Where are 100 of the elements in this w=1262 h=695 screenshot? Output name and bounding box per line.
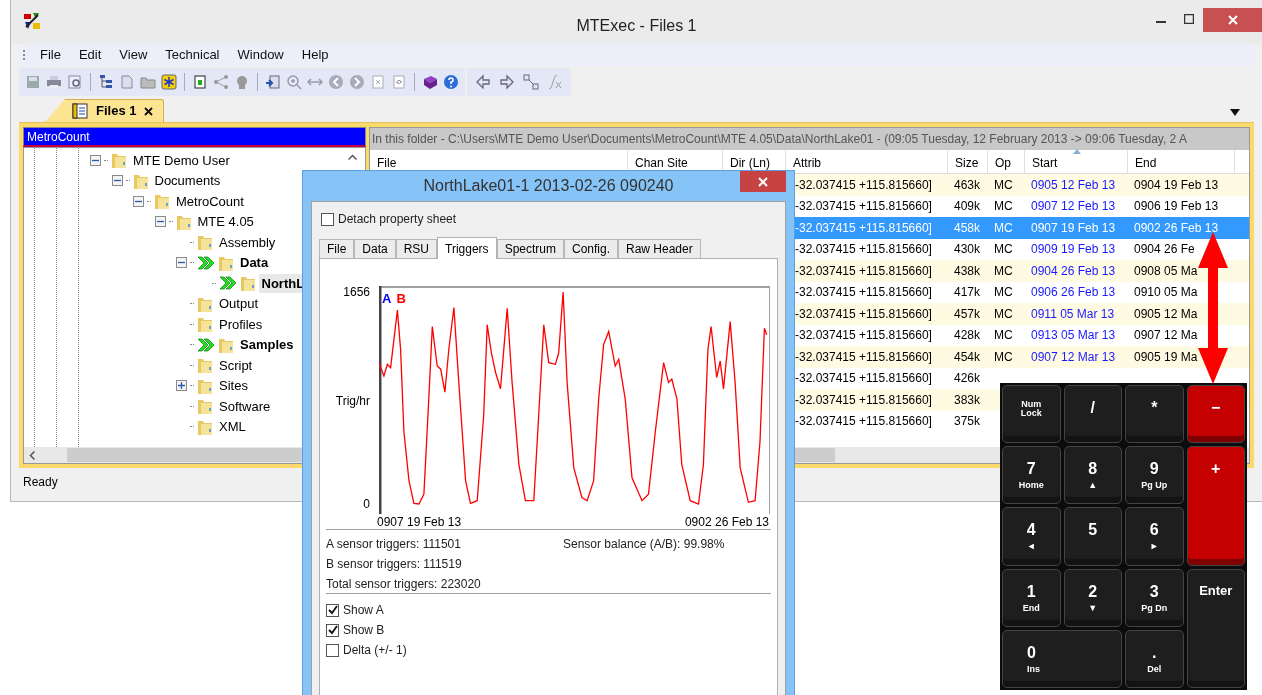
table-cell-text: 383k (953, 391, 982, 409)
menu-item[interactable]: Window (228, 45, 293, 65)
keyboard-key: 8 ▲ (1063, 446, 1122, 505)
collapse-icon[interactable] (133, 195, 144, 207)
table-cell-text: 0909 19 Feb 13 (1030, 241, 1117, 259)
document-icon (72, 103, 88, 119)
table-cell-text: 457k (953, 305, 982, 323)
check-icon[interactable] (327, 625, 338, 635)
tree-icon[interactable] (98, 74, 114, 90)
expand-icon[interactable] (176, 380, 187, 392)
maximize-icon[interactable] (1184, 14, 1194, 24)
asterisk-icon[interactable] (161, 74, 177, 90)
table-cell-text: 0906 26 Feb 13 (1030, 284, 1117, 302)
tree-item[interactable]: Profiles (216, 314, 266, 334)
double-chevron-icon (197, 255, 215, 270)
table-cell-text: MC (993, 219, 1014, 237)
table-cell-text: 0905 19 Ma (1133, 348, 1199, 366)
keyboard-key: 9 Pg Up (1125, 446, 1184, 505)
document-tab[interactable]: Files 1 (45, 99, 165, 122)
table-cell-text: 0911 05 Mar 13 (1030, 305, 1116, 323)
tree-header: MetroCount (23, 127, 366, 147)
printer-icon[interactable] (46, 74, 62, 90)
scroll-up-icon[interactable] (348, 154, 357, 160)
table-cell-text: MC (993, 262, 1014, 280)
table-cell-text: 409k (953, 198, 982, 216)
option-checkbox[interactable]: Show B (326, 621, 777, 639)
tree-item[interactable]: Software (216, 396, 274, 416)
keyboard-key: Enter (1186, 568, 1245, 688)
collapse-icon[interactable] (90, 154, 101, 166)
close-icon[interactable] (144, 106, 154, 116)
page-arrow-icon[interactable] (265, 74, 281, 90)
help-icon[interactable] (443, 74, 459, 90)
page-magnifier-icon[interactable] (67, 74, 83, 90)
tree-item[interactable]: Output (216, 294, 262, 314)
y-axis-label: 0 (363, 497, 370, 511)
y-axis-title: Trig/hr (335, 394, 370, 408)
table-cell-text: MC (993, 176, 1014, 194)
column-header[interactable]: Op (988, 150, 1025, 173)
tree-item[interactable]: Samples (237, 335, 297, 355)
menu-item[interactable]: Help (292, 45, 338, 65)
dialog-tab[interactable]: Config. (564, 239, 618, 258)
menu-item[interactable]: File (31, 45, 70, 65)
table-cell-text: 454k (953, 348, 982, 366)
right-arrow-icon[interactable] (499, 74, 515, 90)
dialog-tab[interactable]: Spectrum (496, 239, 564, 258)
collapse-icon[interactable] (111, 175, 123, 187)
tree-item[interactable]: Sites (216, 376, 251, 396)
folder-icon (154, 192, 170, 211)
folder-path-bar: In this folder - C:\Users\MTE Demo User\Documents\MetroCount\MTE 4.05\Data\NorthLake01 - (09:05 Tuesday, 12 February 2013 -> 09:06 Tuesday, 2 A (370, 128, 1249, 150)
close-button[interactable] (1203, 8, 1262, 32)
table-cell-text: -32.037415 +115.815660] (794, 348, 933, 366)
tree-item[interactable]: Documents (151, 171, 224, 191)
dialog-tab[interactable]: Triggers (437, 237, 497, 259)
table-cell-text: -32.037415 +115.815660] (794, 305, 933, 323)
tab-label[interactable]: Files 1 (96, 101, 137, 121)
tree-item[interactable]: Script (216, 355, 256, 375)
document-icon[interactable] (192, 74, 208, 90)
option-checkbox[interactable]: Delta (+/- 1) (326, 641, 777, 659)
tree-item[interactable]: Assembly (216, 232, 279, 252)
table-cell-text: 375k (953, 413, 982, 431)
column-header[interactable]: Size (948, 150, 988, 173)
refresh-page-icon[interactable] (391, 74, 407, 90)
keyboard-key: * (1125, 385, 1184, 444)
legend-label: A (382, 292, 392, 306)
collapse-icon[interactable] (176, 257, 187, 269)
legend-label: B (396, 292, 406, 306)
table-cell-text: 0905 12 Ma (1133, 305, 1199, 323)
menu-item[interactable]: View (110, 45, 157, 65)
dialog-tab[interactable]: RSU (395, 239, 438, 258)
table-cell-text: 0902 26 Feb 13 (1133, 219, 1220, 237)
table-cell-text: MC (993, 305, 1014, 323)
tree-item[interactable]: MetroCount (173, 191, 247, 211)
tree-item[interactable]: MTE Demo User (130, 150, 233, 170)
dialog-close-button[interactable] (740, 171, 786, 192)
collapse-icon[interactable] (154, 216, 166, 228)
keyboard-key: 7 Home (1002, 446, 1061, 505)
tree-item[interactable]: XML (216, 417, 249, 437)
column-header[interactable]: End (1128, 150, 1235, 173)
left-arrow-icon[interactable] (475, 74, 491, 90)
tree-item[interactable]: MTE 4.05 (194, 212, 257, 232)
menu-item[interactable]: Edit (69, 45, 111, 65)
dialog-tab[interactable]: Data (354, 239, 396, 258)
folder-icon (111, 151, 127, 170)
dialog-tab[interactable]: File (319, 239, 355, 258)
keyboard-key: 6 ► (1125, 507, 1184, 566)
dropdown-arrow-icon[interactable] (1230, 109, 1240, 116)
option-checkbox[interactable]: Show A (326, 601, 777, 619)
table-cell-text: 430k (953, 241, 982, 259)
folder-icon (197, 233, 213, 252)
scroll-left-icon[interactable] (29, 450, 35, 460)
dialog-tab[interactable]: Raw Header (618, 239, 701, 258)
tree-item[interactable]: Data (237, 253, 272, 273)
check-icon[interactable] (327, 605, 338, 615)
keyboard-key: 4 ◄ (1002, 507, 1061, 566)
scrollbar-thumb[interactable] (795, 448, 835, 462)
double-chevron-icon (197, 337, 215, 352)
statistic-text: Total sensor triggers: 223020 (326, 576, 482, 593)
table-cell-text: 0906 19 Feb 13 (1133, 198, 1220, 216)
menu-item[interactable]: Technical (156, 45, 229, 65)
folder-icon (197, 356, 213, 375)
